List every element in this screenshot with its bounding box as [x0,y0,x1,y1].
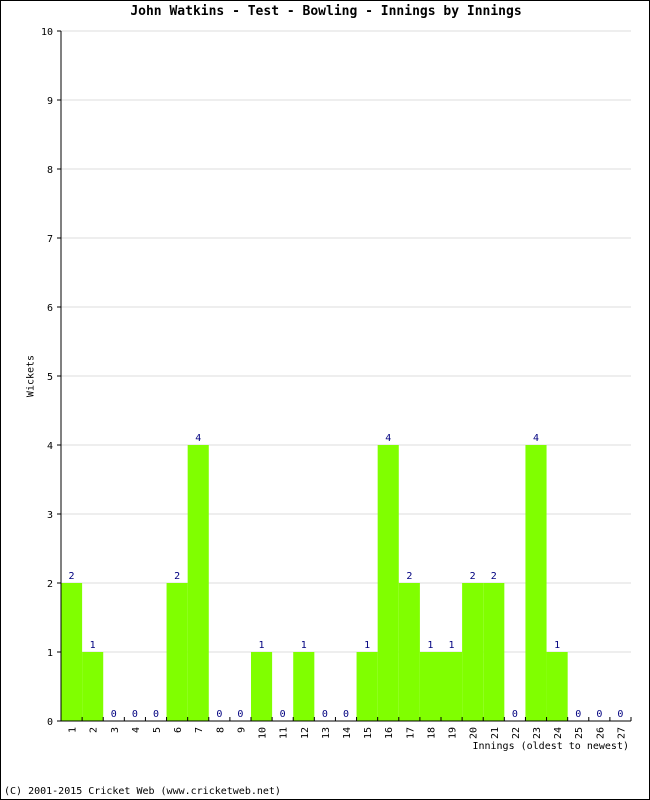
x-tick-label: 25 [574,727,585,739]
data-label: 1 [90,640,96,651]
bar [525,445,547,721]
bar [82,652,104,721]
x-tick-label: 23 [532,727,543,739]
plot-area: 012345678910210 0 0240 01010 01421 12 20410 0 01… [41,27,632,739]
y-tick-label: 1 [47,648,53,659]
data-label: 2 [174,571,180,582]
x-tick-label: 21 [490,727,501,739]
x-tick-label: 24 [553,727,564,739]
bar [419,652,441,721]
data-label: 1 [259,640,265,651]
data-label: 4 [533,433,539,444]
data-label: 1 [301,640,307,651]
y-tick-label: 2 [47,579,53,590]
y-tick-label: 8 [47,165,53,176]
data-label: 1 [554,640,560,651]
data-label: 2 [69,571,75,582]
y-tick-label: 0 [47,717,53,728]
bar [398,583,420,721]
x-tick-label: 4 [131,727,142,733]
data-label: 1 [449,640,455,651]
y-tick-label: 10 [41,27,53,38]
data-label: 1 [364,640,370,651]
x-tick-label: 16 [384,727,395,739]
data-label: 0 [617,709,623,720]
data-label: 4 [385,433,391,444]
x-tick-label: 14 [342,727,353,739]
data-label: 0 [216,709,222,720]
x-tick-label: 9 [236,727,247,733]
bar [483,583,505,721]
x-tick-label: 10 [258,727,269,739]
x-tick-label: 11 [279,727,290,739]
y-tick-label: 6 [47,303,53,314]
data-label: 0 [237,709,243,720]
x-tick-label: 8 [215,727,226,733]
x-tick-label: 7 [194,727,205,733]
data-label: 0 [322,709,328,720]
data-label: 0 [596,709,602,720]
data-label: 0 [575,709,581,720]
data-label: 0 [153,709,159,720]
y-tick-label: 4 [47,441,53,452]
y-tick-label: 9 [47,96,53,107]
x-tick-label: 17 [405,727,416,739]
bar [377,445,399,721]
x-tick-label: 19 [448,727,459,739]
data-label: 0 [512,709,518,720]
x-tick-label: 13 [321,727,332,739]
x-tick-label: 6 [173,727,184,733]
data-label: 0 [343,709,349,720]
data-label: 0 [132,709,138,720]
data-label: 2 [406,571,412,582]
x-tick-label: 26 [595,727,606,739]
data-label: 0 [111,709,117,720]
x-tick-label: 2 [89,727,100,733]
x-tick-label: 27 [616,727,627,739]
bar [546,652,568,721]
y-tick-label: 5 [47,372,53,383]
y-tick-label: 3 [47,510,53,521]
data-label: 1 [427,640,433,651]
y-tick-label: 7 [47,234,53,245]
x-tick-label: 18 [426,727,437,739]
data-label: 0 [280,709,286,720]
x-tick-label: 20 [469,727,480,739]
bar [166,583,188,721]
bar [61,583,83,721]
data-label: 2 [470,571,476,582]
bar [251,652,273,721]
data-label: 2 [491,571,497,582]
bar [356,652,378,721]
bar [462,583,484,721]
chart-frame: John Watkins - Test - Bowling - Innings … [0,0,650,800]
data-label: 4 [195,433,201,444]
x-tick-label: 22 [511,727,522,739]
x-tick-label: 5 [152,727,163,733]
x-tick-label: 12 [300,727,311,739]
x-tick-label: 1 [68,727,79,733]
bar [187,445,209,721]
bar [293,652,315,721]
x-tick-label: 3 [110,727,121,733]
x-tick-label: 15 [363,727,374,739]
bar [441,652,463,721]
